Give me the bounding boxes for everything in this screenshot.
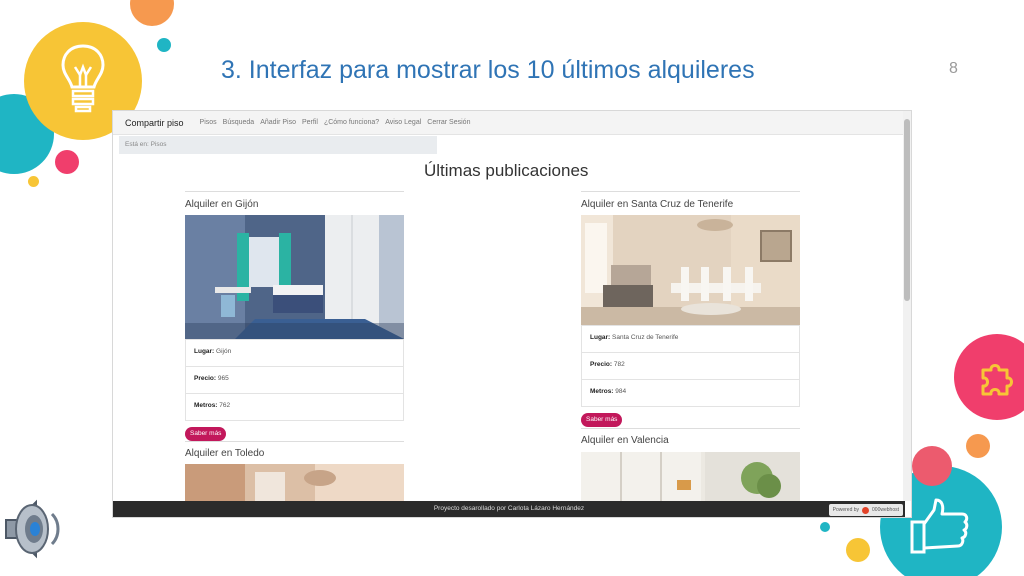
info-row-metros: Metros: 984	[590, 388, 627, 395]
saber-mas-button-gijon[interactable]: Saber más	[185, 427, 227, 441]
listing-photo-gijon[interactable]	[185, 215, 404, 339]
deco-circle-yellow-dot	[28, 176, 39, 187]
nav-link-perfil[interactable]: Perfil	[302, 119, 318, 126]
nav-link-aviso-legal[interactable]: Aviso Legal	[385, 119, 421, 126]
listing-info-gijon: Lugar: Gijón Precio: 965 Metros: 762	[185, 339, 404, 421]
metros-value: 762	[219, 402, 231, 409]
listing-title-toledo[interactable]: Alquiler en Toledo	[185, 448, 264, 459]
lugar-value: Santa Cruz de Tenerife	[612, 334, 679, 341]
nav-link-pisos[interactable]: Pisos	[200, 119, 217, 126]
precio-value: 965	[217, 375, 229, 382]
deco-circle-pink-mid	[912, 446, 952, 486]
scrollbar-thumb[interactable]	[904, 119, 910, 301]
info-row-precio: Precio: 965	[186, 367, 403, 394]
info-row-lugar: Lugar: Gijón	[186, 340, 403, 367]
footer-text: Proyecto desarollado por Carlota Lázaro …	[433, 505, 585, 512]
lightbulb-icon	[61, 44, 105, 113]
scrollbar[interactable]	[903, 111, 911, 501]
listing-title-gijon[interactable]: Alquiler en Gijón	[185, 199, 258, 210]
nav-link-anadir-piso[interactable]: Añadir Piso	[260, 119, 296, 126]
deco-circle-orange-right	[966, 434, 990, 458]
listing-photo-santa-cruz[interactable]	[581, 215, 800, 325]
listing-info-santa-cruz: Lugar: Santa Cruz de Tenerife Precio: 78…	[581, 325, 800, 407]
powered-by-brand: 000webhost	[872, 507, 899, 513]
deco-circle-yellow-bottom	[846, 538, 870, 562]
slide-title: 3. Interfaz para mostrar los 10 últimos …	[221, 56, 755, 84]
webhost-logo-icon	[862, 506, 870, 514]
breadcrumb: Está en: Pisos	[119, 136, 437, 154]
brand-link[interactable]: Compartir piso	[125, 118, 184, 128]
toledo-photo	[185, 464, 404, 504]
listing-photo-toledo[interactable]	[185, 464, 404, 504]
metros-value: 984	[615, 388, 627, 395]
section-title: Últimas publicaciones	[424, 161, 589, 180]
divider	[581, 428, 800, 429]
divider	[185, 191, 404, 192]
lugar-value: Gijón	[216, 348, 232, 355]
listing-title-valencia[interactable]: Alquiler en Valencia	[581, 435, 669, 446]
deco-circle-teal-dot	[820, 522, 830, 532]
nav-link-como-funciona[interactable]: ¿Cómo funciona?	[324, 119, 379, 126]
navbar: Compartir piso Pisos Búsqueda Añadir Pis…	[113, 111, 905, 135]
deco-circle-teal-small	[157, 38, 171, 52]
nav-link-cerrar-sesion[interactable]: Cerrar Sesión	[427, 119, 470, 126]
website-screenshot: Compartir piso Pisos Búsqueda Añadir Pis…	[112, 110, 912, 518]
deco-circle-orange-top	[130, 0, 174, 26]
puzzle-icon	[981, 364, 1013, 396]
slide-number: 8	[949, 60, 958, 77]
divider	[581, 191, 800, 192]
listing-title-santa-cruz[interactable]: Alquiler en Santa Cruz de Tenerife	[581, 199, 733, 210]
site-footer: Proyecto desarollado por Carlota Lázaro …	[113, 501, 905, 517]
living-room-photo	[581, 215, 800, 325]
powered-by-label: Powered by	[832, 507, 860, 513]
info-row-precio: Precio: 782	[582, 353, 799, 380]
info-row-metros: Metros: 762	[194, 402, 231, 409]
powered-by-badge[interactable]: Powered by 000webhost	[828, 504, 903, 516]
valencia-photo	[581, 452, 800, 504]
saber-mas-button-santa-cruz[interactable]: Saber más	[581, 413, 623, 427]
info-row-lugar: Lugar: Santa Cruz de Tenerife	[582, 326, 799, 353]
thumbs-up-icon	[910, 498, 969, 554]
deco-circle-pink-small	[55, 150, 79, 174]
precio-value: 782	[613, 361, 625, 368]
bedroom-photo	[185, 215, 404, 339]
nav-link-busqueda[interactable]: Búsqueda	[223, 119, 255, 126]
speaker-icon[interactable]	[2, 496, 66, 562]
divider	[185, 441, 404, 442]
listing-photo-valencia[interactable]	[581, 452, 800, 504]
